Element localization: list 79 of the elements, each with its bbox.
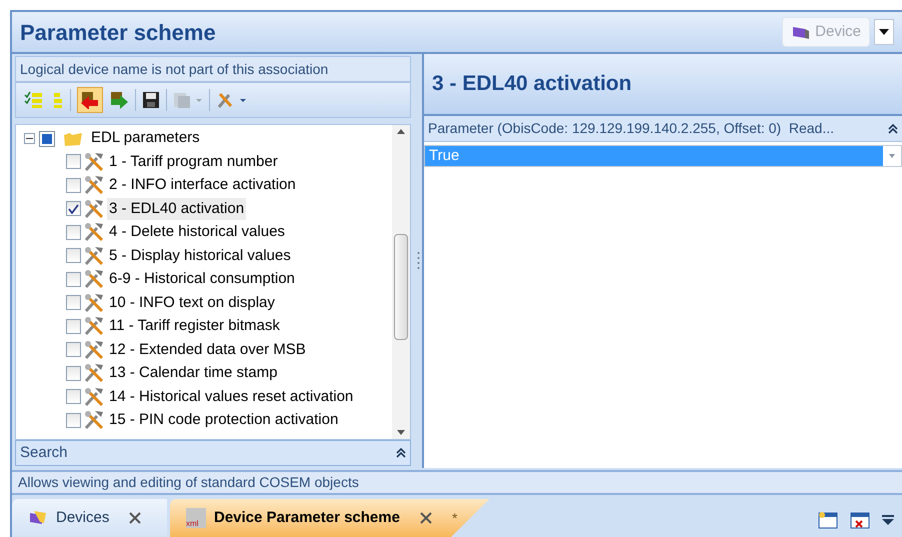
checkbox[interactable] <box>66 342 81 358</box>
checkbox[interactable] <box>66 366 81 381</box>
tools-icon <box>85 364 103 382</box>
splitter-grip-icon[interactable] <box>416 251 420 271</box>
tools-icon <box>85 246 103 265</box>
detail-title: 3 - EDL40 activation <box>432 71 632 98</box>
close-icon[interactable] <box>129 512 142 524</box>
import-button[interactable] <box>77 87 103 113</box>
checkbox[interactable] <box>66 295 81 310</box>
window-title: Parameter scheme <box>20 18 216 46</box>
tab-label: Devices <box>56 508 110 528</box>
collapse-toggle[interactable] <box>24 133 35 144</box>
tools-menu-icon[interactable] <box>216 91 248 109</box>
tools-icon <box>85 317 103 336</box>
caret-icon <box>879 29 889 35</box>
dropdown-button[interactable] <box>874 19 894 45</box>
arrow-left-icon <box>80 91 100 109</box>
tools-icon <box>85 200 103 218</box>
search-label: Search <box>20 442 68 463</box>
new-window-icon[interactable] <box>818 511 838 529</box>
checkbox[interactable] <box>66 154 81 170</box>
checkbox[interactable] <box>66 412 81 428</box>
tree-item[interactable]: 12 - Extended data over MSB <box>107 338 308 361</box>
tree-item[interactable]: 13 - Calendar time stamp <box>107 362 280 384</box>
tree-item[interactable]: 15 - PIN code protection activation <box>107 409 340 432</box>
scroll-thumb[interactable] <box>394 234 408 340</box>
checkbox[interactable] <box>66 178 81 193</box>
tools-icon <box>85 340 103 359</box>
tree-item[interactable]: 10 - INFO text on display <box>107 292 277 314</box>
checkbox[interactable] <box>66 201 81 216</box>
folder-icon <box>63 130 83 146</box>
devices-icon <box>28 509 48 527</box>
device-icon <box>791 24 812 40</box>
modified-mark: * <box>452 508 458 528</box>
close-window-icon[interactable] <box>850 511 870 529</box>
tools-icon <box>85 294 103 312</box>
tree-item[interactable]: 3 - EDL40 activation <box>107 198 246 220</box>
scroll-down-icon[interactable] <box>397 430 405 435</box>
document-tab[interactable]: Devices <box>12 499 167 537</box>
tools-icon <box>85 176 103 194</box>
checkbox[interactable] <box>66 318 81 334</box>
tools-icon <box>85 270 103 288</box>
collapse-icon <box>888 124 898 134</box>
tree-item[interactable]: 14 - Historical values reset activation <box>107 386 356 408</box>
tools-icon <box>85 152 103 171</box>
expand-icon <box>396 448 406 458</box>
parameter-text: Parameter (ObisCode: 129.129.199.140.2.255, Offset: 0) Read... <box>428 119 834 138</box>
save-icon[interactable] <box>142 91 160 109</box>
checkbox[interactable] <box>66 224 81 240</box>
minus-icon <box>26 135 33 142</box>
tree-item[interactable]: 5 - Display historical values <box>107 244 293 267</box>
partial-checkbox-icon[interactable] <box>39 130 55 146</box>
parameter-header[interactable]: Parameter (ObisCode: 129.129.199.140.2.255, Offset: 0) Read... <box>424 116 902 142</box>
checkbox[interactable] <box>66 389 81 404</box>
scroll-up-icon[interactable] <box>397 129 405 134</box>
tree-item[interactable]: 4 - Delete historical values <box>107 221 287 244</box>
close-icon[interactable] <box>420 512 432 524</box>
checkbox[interactable] <box>66 248 81 264</box>
tree-item[interactable]: 1 - Tariff program number <box>107 150 280 173</box>
tree-item[interactable]: 6-9 - Historical consumption <box>107 268 297 290</box>
xml-file-icon: xml <box>186 508 206 528</box>
scrollbar[interactable] <box>392 125 410 439</box>
notice-text: Logical device name is not part of this association <box>20 60 328 79</box>
tree-item[interactable]: 11 - Tariff register bitmask <box>107 315 282 338</box>
checkbox[interactable] <box>66 272 81 287</box>
tree-item[interactable]: EDL parameters <box>91 127 200 150</box>
menu-caret-icon[interactable] <box>882 514 894 526</box>
checkmark-icon <box>68 204 79 214</box>
copy-icon[interactable] <box>173 91 203 109</box>
tree-item[interactable]: 2 - INFO interface activation <box>107 174 298 196</box>
search-section-header[interactable]: Search <box>15 440 411 466</box>
document-tab[interactable]: xml Device Parameter scheme * <box>170 499 490 537</box>
tools-icon <box>85 388 103 406</box>
tools-icon <box>85 411 103 430</box>
status-text: Allows viewing and editing of standard COSEM objects <box>18 473 359 492</box>
check-all-icon[interactable] <box>24 91 44 109</box>
tools-icon <box>85 223 103 242</box>
tab-label: Device Parameter scheme <box>214 508 400 528</box>
arrow-right-icon[interactable] <box>109 91 129 109</box>
